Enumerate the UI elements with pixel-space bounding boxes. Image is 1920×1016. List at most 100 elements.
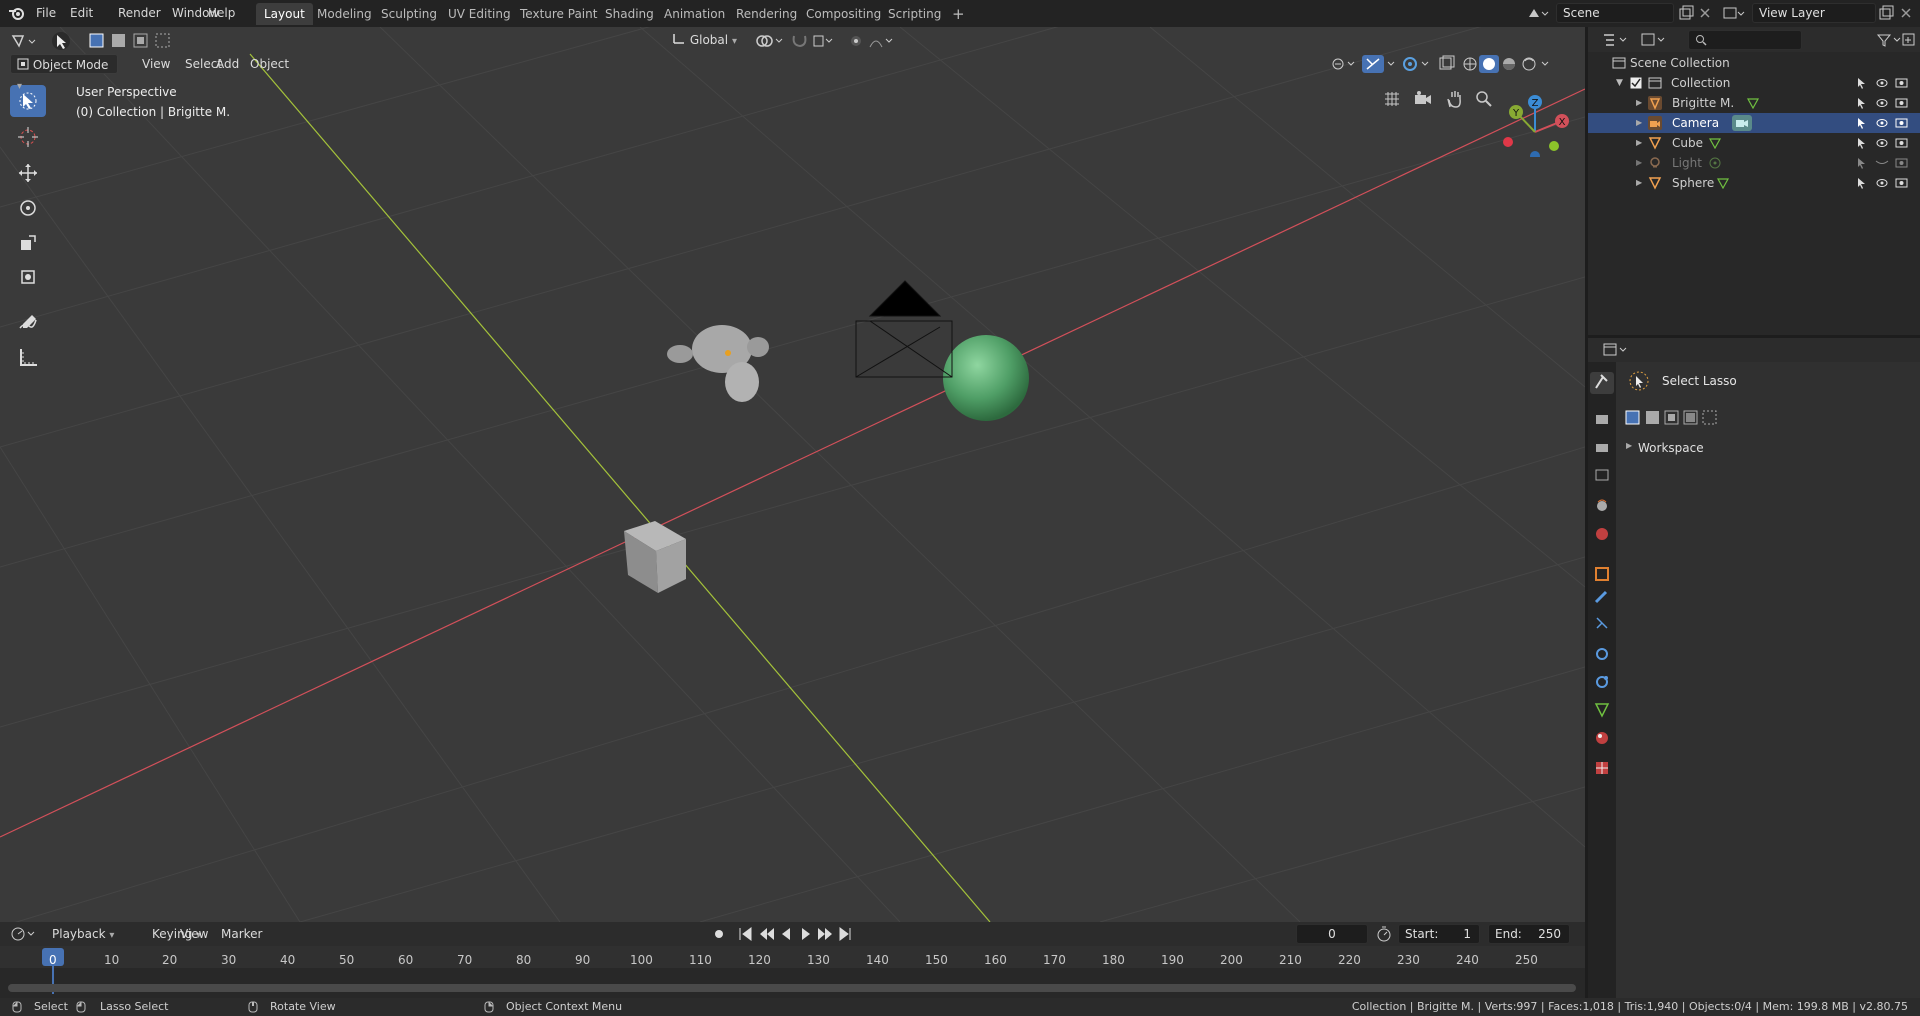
selection-mode-icons[interactable] — [88, 31, 184, 51]
light-icon — [1650, 157, 1660, 168]
menu-render[interactable]: Render — [112, 4, 167, 23]
ruler-label: 80 — [516, 953, 532, 967]
outliner-search-input[interactable] — [1688, 30, 1802, 50]
search-icon — [1696, 35, 1707, 46]
ruler-label: 50 — [339, 953, 355, 967]
mesh-data-icon — [1716, 178, 1730, 189]
close-view-layer-icon[interactable] — [1898, 5, 1914, 21]
transform-orientation-dropdown[interactable]: Global ▾ — [666, 30, 748, 50]
workspace-panel-header[interactable]: ▶ Workspace — [1620, 438, 1920, 460]
move-tool[interactable] — [10, 157, 46, 189]
scene-collection-icon — [1612, 57, 1626, 69]
view-layer-field[interactable]: View Layer — [1752, 3, 1876, 23]
end-frame-field[interactable]: End: 250 — [1488, 924, 1570, 944]
ruler-label: 130 — [807, 953, 830, 967]
sphere-object — [943, 335, 1029, 421]
tab-texture-paint[interactable]: Texture Paint — [512, 3, 605, 25]
expand-right-icon[interactable]: ▶ — [1636, 173, 1642, 193]
item-visibility-icons[interactable] — [1856, 97, 1912, 109]
tab-compositing[interactable]: Compositing — [798, 3, 889, 25]
new-collection-icon[interactable] — [1900, 32, 1918, 48]
outliner-collection[interactable]: ▼ Collection — [1588, 73, 1920, 93]
rotate-tool[interactable] — [10, 192, 46, 224]
expand-right-icon[interactable]: ▶ — [1636, 153, 1642, 173]
active-tool-icon[interactable] — [50, 30, 72, 52]
tab-sculpting[interactable]: Sculpting — [373, 3, 445, 25]
gizmo-y-label: Y — [1512, 108, 1520, 119]
outliner-item-label: Light — [1672, 156, 1702, 170]
scene-icon[interactable] — [1526, 5, 1550, 21]
duplicate-view-layer-icon[interactable] — [1878, 5, 1894, 21]
menu-help[interactable]: Help — [202, 4, 241, 23]
camera-icon — [1648, 116, 1662, 130]
outliner-item-light[interactable]: ▶ Light — [1588, 153, 1920, 173]
annotate-tool[interactable] — [10, 307, 46, 339]
close-scene-icon[interactable] — [1697, 5, 1713, 21]
item-visibility-icons[interactable] — [1856, 137, 1912, 149]
outliner-item-sphere[interactable]: ▶ Sphere — [1588, 173, 1920, 193]
item-visibility-icons[interactable] — [1856, 157, 1912, 169]
menu-marker[interactable]: Marker — [215, 924, 268, 944]
3d-viewport[interactable]: User Perspective (0) Collection | Brigit… — [0, 27, 1585, 922]
start-frame-label: Start: — [1405, 927, 1439, 941]
end-frame-label: End: — [1495, 927, 1522, 941]
cursor-tool[interactable] — [10, 121, 46, 153]
scale-tool[interactable] — [10, 227, 46, 259]
outliner-editor-type-icon[interactable] — [1602, 32, 1632, 48]
menu-object[interactable]: Object — [244, 54, 295, 74]
stopwatch-icon[interactable] — [1376, 926, 1392, 942]
add-workspace-button[interactable]: + — [944, 3, 973, 25]
menu-add[interactable]: Add — [210, 54, 245, 74]
tab-rendering[interactable]: Rendering — [728, 3, 805, 25]
view-layer-icon[interactable] — [1722, 5, 1746, 21]
selection-mode-buttons[interactable] — [1624, 408, 1720, 428]
viewport-shading-icons[interactable] — [1330, 55, 1580, 73]
mesh-icon — [1648, 177, 1662, 190]
expand-down-icon[interactable]: ▼ — [1616, 73, 1623, 93]
outliner-scene-collection[interactable]: Scene Collection — [1588, 53, 1920, 73]
transform-tool[interactable] — [10, 261, 46, 293]
outliner-item-cube[interactable]: ▶ Cube — [1588, 133, 1920, 153]
item-visibility-icons[interactable] — [1856, 117, 1912, 129]
expand-right-icon[interactable]: ▶ — [1636, 133, 1642, 153]
tab-animation[interactable]: Animation — [656, 3, 733, 25]
measure-tool[interactable] — [10, 341, 46, 373]
menu-view[interactable]: View — [136, 54, 176, 74]
expand-right-icon[interactable]: ▶ — [1636, 113, 1642, 133]
outliner-item-camera[interactable]: ▶ Camera — [1588, 113, 1920, 133]
current-frame-field[interactable]: 0 — [1296, 924, 1368, 944]
outliner-item-brigitte[interactable]: ▶ Brigitte M. — [1588, 93, 1920, 113]
properties-tab-icons[interactable] — [1588, 362, 1616, 782]
blender-logo-icon[interactable] — [8, 5, 26, 21]
menu-playback[interactable]: Playback ▾ — [46, 924, 120, 944]
checkbox-checked-icon[interactable] — [1630, 77, 1642, 89]
tab-layout[interactable]: Layout — [256, 3, 313, 25]
workspace-panel-label: Workspace — [1638, 441, 1704, 455]
mesh-data-icon — [1746, 98, 1760, 109]
collection-visibility-icons[interactable] — [1856, 77, 1912, 89]
tab-uv-editing[interactable]: UV Editing — [440, 3, 519, 25]
properties-editor-type-icon[interactable] — [1602, 342, 1632, 358]
ruler-label: 250 — [1515, 953, 1538, 967]
snapping-proportional-icons[interactable] — [754, 33, 904, 49]
top-bar: File Edit Render Window Help Layout Mode… — [0, 0, 1920, 27]
display-mode-icon[interactable] — [1640, 32, 1670, 48]
menu-edit[interactable]: Edit — [64, 4, 99, 23]
duplicate-scene-icon[interactable] — [1678, 5, 1694, 21]
menu-timeline-view[interactable]: View — [174, 924, 214, 944]
start-frame-field[interactable]: Start: 1 — [1398, 924, 1480, 944]
expand-right-icon[interactable]: ▶ — [1636, 93, 1642, 113]
tab-modeling[interactable]: Modeling — [309, 3, 380, 25]
ruler-label: 230 — [1397, 953, 1420, 967]
camera-data-icon — [1732, 115, 1752, 131]
menu-file[interactable]: File — [30, 4, 62, 23]
tab-scripting[interactable]: Scripting — [880, 3, 949, 25]
editor-type-icon[interactable] — [10, 32, 40, 50]
playback-controls[interactable] — [710, 925, 860, 943]
timeline-scrollbar[interactable] — [8, 984, 1576, 992]
timeline-editor-type-icon[interactable] — [10, 926, 40, 942]
tab-shading[interactable]: Shading — [597, 3, 662, 25]
object-mode-dropdown[interactable]: Object Mode ▾ — [10, 54, 118, 92]
item-visibility-icons[interactable] — [1856, 177, 1912, 189]
scene-field[interactable]: Scene — [1556, 3, 1674, 23]
